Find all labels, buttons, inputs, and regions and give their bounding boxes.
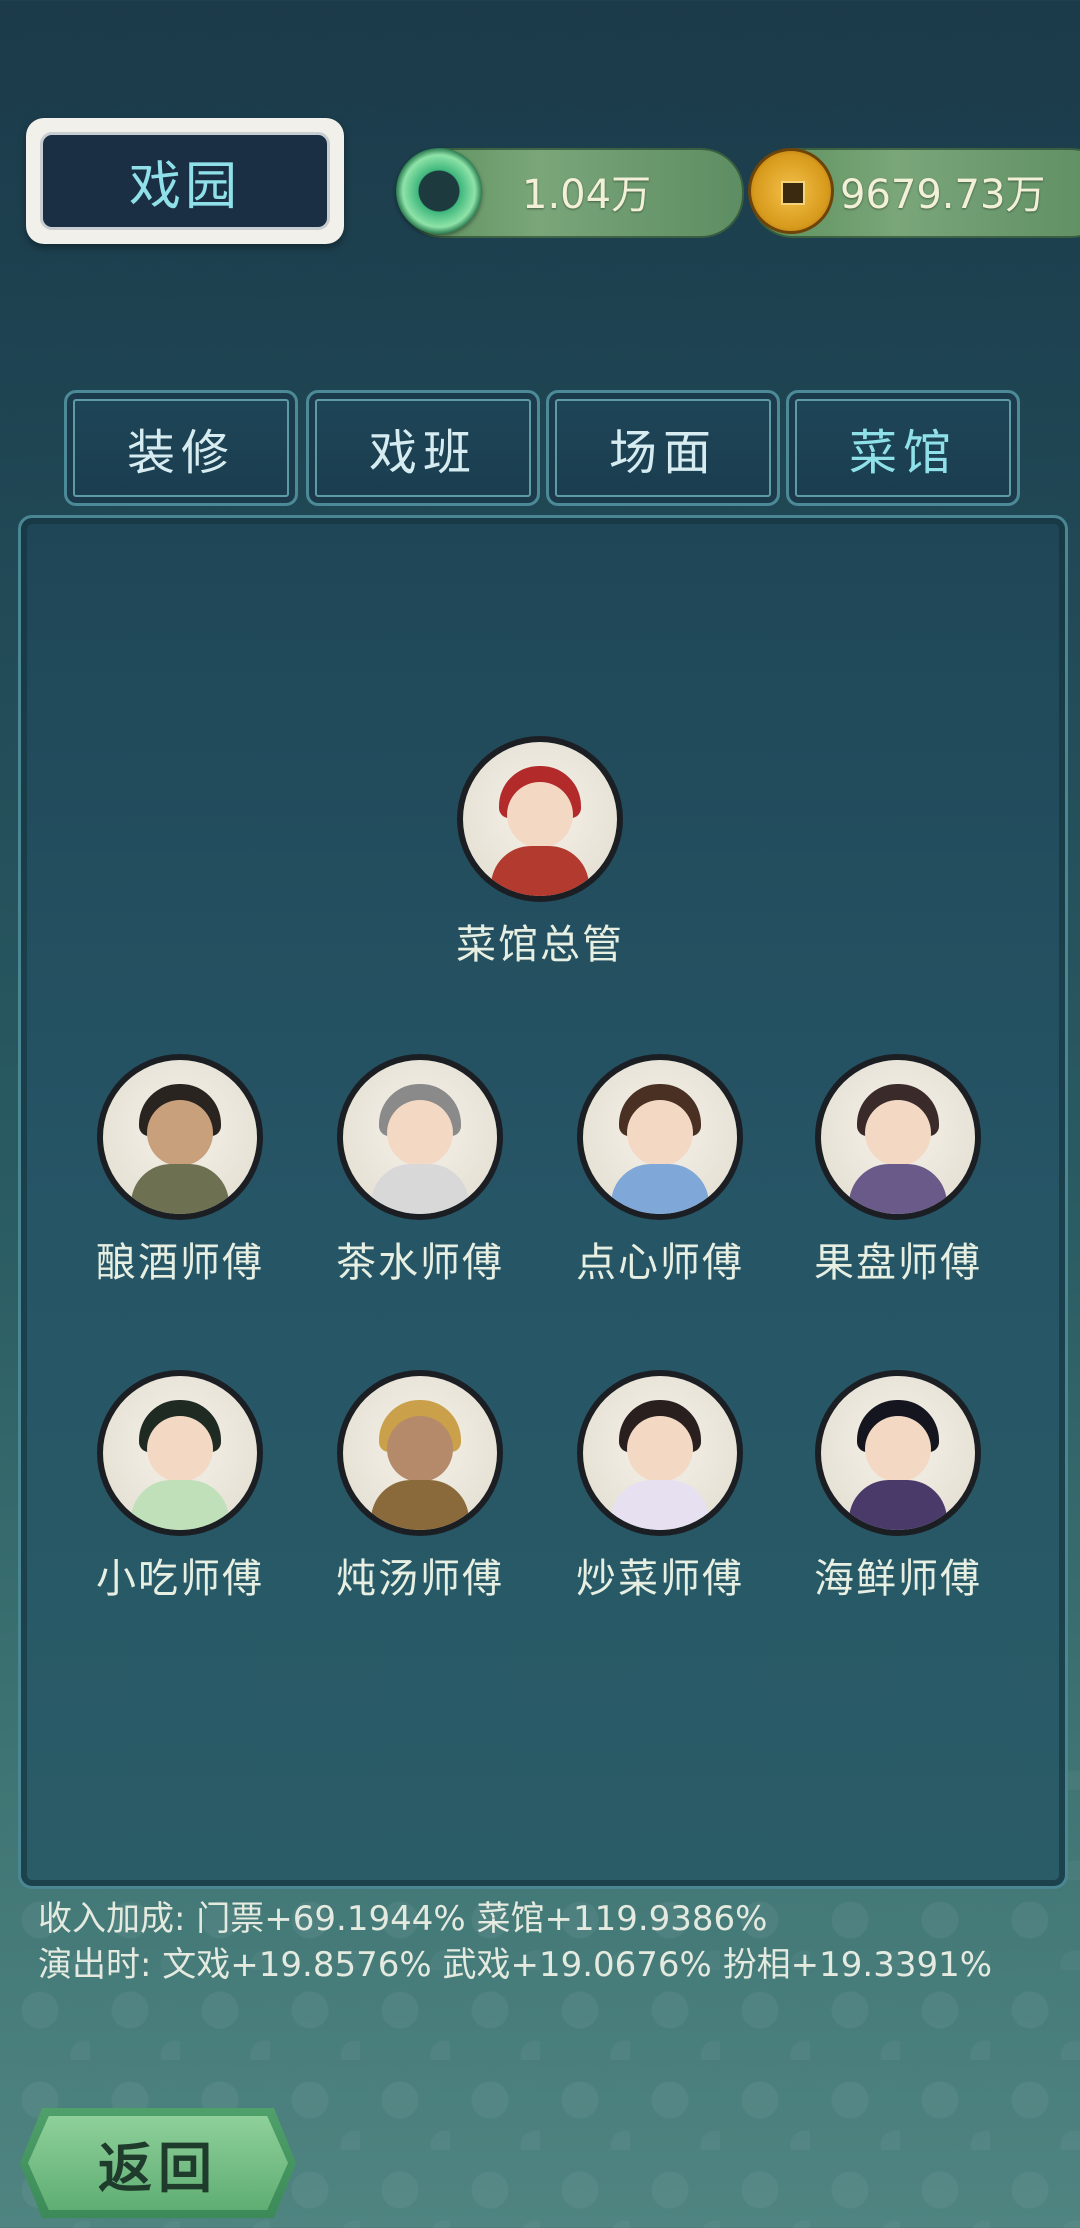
manager-label: 菜馆总管 bbox=[456, 922, 624, 968]
tab-scene[interactable]: 场面 bbox=[546, 390, 780, 506]
staff-avatar[interactable] bbox=[577, 1054, 743, 1220]
tab-troupe[interactable]: 戏班 bbox=[306, 390, 540, 506]
staff-label: 小吃师傅 bbox=[96, 1556, 264, 1602]
tab-decoration[interactable]: 装修 bbox=[64, 390, 298, 506]
performance-bonus-line: 演出时: 文戏+19.8576% 武戏+19.0676% 扮相+19.3391% bbox=[38, 1945, 993, 1985]
coin-icon bbox=[748, 148, 834, 234]
staff-slot-tea[interactable]: 茶水师傅 bbox=[300, 1054, 540, 1288]
staff-avatar[interactable] bbox=[97, 1054, 263, 1220]
staff-slot-dessert[interactable]: 点心师傅 bbox=[540, 1054, 780, 1288]
manager-avatar[interactable] bbox=[457, 736, 623, 902]
page-title: 戏园 bbox=[128, 156, 241, 217]
staff-avatar[interactable] bbox=[337, 1370, 503, 1536]
staff-slot-fruit[interactable]: 果盘师傅 bbox=[778, 1054, 1018, 1288]
manager-slot[interactable]: 菜馆总管 bbox=[420, 736, 660, 970]
jade-icon bbox=[396, 148, 482, 234]
staff-avatar[interactable] bbox=[815, 1054, 981, 1220]
staff-label: 果盘师傅 bbox=[814, 1240, 982, 1286]
staff-label: 茶水师傅 bbox=[336, 1240, 504, 1286]
jade-amount: 1.04万 bbox=[522, 172, 652, 218]
staff-label: 炒菜师傅 bbox=[576, 1556, 744, 1602]
staff-label: 海鲜师傅 bbox=[814, 1556, 982, 1602]
staff-slot-soup[interactable]: 炖汤师傅 bbox=[300, 1370, 540, 1604]
staff-label: 炖汤师傅 bbox=[336, 1556, 504, 1602]
staff-avatar[interactable] bbox=[97, 1370, 263, 1536]
bonus-stats: 收入加成: 门票+69.1944% 菜馆+119.9386% 演出时: 文戏+1… bbox=[38, 1896, 992, 1988]
staff-slot-stirfry[interactable]: 炒菜师傅 bbox=[540, 1370, 780, 1604]
staff-label: 酿酒师傅 bbox=[96, 1240, 264, 1286]
back-button-label: 返回 bbox=[98, 2136, 218, 2200]
staff-avatar[interactable] bbox=[337, 1054, 503, 1220]
staff-slot-wine[interactable]: 酿酒师傅 bbox=[60, 1054, 300, 1288]
staff-avatar[interactable] bbox=[815, 1370, 981, 1536]
back-button[interactable]: 返回 bbox=[20, 2108, 296, 2218]
tab-label: 场面 bbox=[608, 425, 717, 481]
title-plaque: 戏园 bbox=[26, 118, 344, 244]
staff-slot-snack[interactable]: 小吃师傅 bbox=[60, 1370, 300, 1604]
staff-slot-seafood[interactable]: 海鲜师傅 bbox=[778, 1370, 1018, 1604]
tab-restaurant[interactable]: 菜馆 bbox=[786, 390, 1020, 506]
income-bonus-line: 收入加成: 门票+69.1944% 菜馆+119.9386% bbox=[38, 1899, 768, 1939]
tab-label: 戏班 bbox=[368, 425, 477, 481]
staff-avatar[interactable] bbox=[577, 1370, 743, 1536]
staff-label: 点心师傅 bbox=[576, 1240, 744, 1286]
tab-label: 装修 bbox=[126, 425, 235, 481]
tab-label: 菜馆 bbox=[848, 425, 957, 481]
coin-amount: 9679.73万 bbox=[840, 172, 1046, 218]
